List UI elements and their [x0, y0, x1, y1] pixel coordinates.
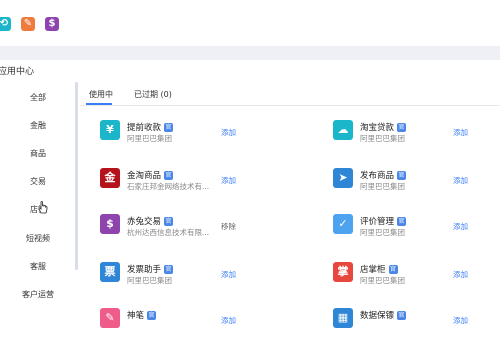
- sidebar-item-customer-ops[interactable]: 客户运营: [0, 289, 76, 300]
- add-button[interactable]: 添加: [453, 127, 468, 138]
- header-divider-band: [0, 46, 500, 60]
- app-card[interactable]: ✎ 神笔官 添加: [100, 308, 300, 340]
- pen-icon: ✎: [100, 308, 120, 328]
- app-card[interactable]: ¥ 提前收款官阿里巴巴集团 添加: [100, 120, 300, 152]
- app-card[interactable]: 票发票助手官阿里巴巴集团 添加: [100, 262, 300, 294]
- app-card-name: 金淘商品官: [127, 171, 174, 181]
- add-button[interactable]: 添加: [453, 315, 468, 326]
- add-button[interactable]: 添加: [453, 175, 468, 186]
- official-badge-icon: 官: [388, 265, 398, 274]
- app-card-name: 发票助手官: [127, 265, 174, 275]
- app-card-name: 提前收款官: [127, 123, 174, 133]
- jintao-logo-icon: 金: [100, 168, 120, 188]
- add-button[interactable]: 添加: [453, 269, 468, 280]
- orange-app-icon[interactable]: ✎: [21, 17, 35, 31]
- official-badge-icon: 官: [164, 265, 174, 274]
- sidebar-item-trade[interactable]: 交易: [0, 176, 76, 187]
- app-center-title: 应用中心: [0, 67, 35, 77]
- app-card[interactable]: 金金淘商品官石家庄邦金网络技术有... 添加: [100, 168, 300, 200]
- add-button[interactable]: 添加: [221, 269, 236, 280]
- loan-cloud-icon: ☁: [333, 120, 353, 140]
- app-card[interactable]: ✓ 评价管理官阿里巴巴集团 添加: [333, 214, 500, 246]
- sidebar-item-finance[interactable]: 金融: [0, 120, 76, 131]
- app-card[interactable]: ➤ 发布商品官阿里巴巴集团 添加: [333, 168, 500, 200]
- app-card[interactable]: 掌店掌柜官阿里巴巴集团 添加: [333, 262, 500, 294]
- app-card[interactable]: ▦ 数据保镖官 添加: [333, 308, 500, 340]
- official-badge-icon: 官: [397, 311, 407, 320]
- sidebar-item-short-video[interactable]: 短视频: [0, 233, 76, 244]
- app-card-name: 赤兔交易官: [127, 217, 174, 227]
- official-badge-icon: 官: [164, 217, 174, 226]
- sidebar-item-goods[interactable]: 商品: [0, 148, 76, 159]
- data-guard-icon: ▦: [333, 308, 353, 328]
- tab-in-use[interactable]: 使用中: [89, 89, 113, 100]
- tab-bar: 使用中 已过期 (0): [80, 82, 500, 106]
- store-manager-icon: 掌: [333, 262, 353, 282]
- teal-app-icon[interactable]: ⟲: [0, 17, 11, 31]
- sidebar-item-all[interactable]: 全部: [0, 92, 76, 103]
- add-button[interactable]: 添加: [453, 221, 468, 232]
- app-card-name: 神笔官: [127, 311, 157, 321]
- add-button[interactable]: 添加: [221, 127, 236, 138]
- hand-cursor-icon: [38, 201, 48, 214]
- official-badge-icon: 官: [397, 171, 407, 180]
- sidebar-item-customer-service[interactable]: 客服: [0, 261, 76, 272]
- official-badge-icon: 官: [147, 311, 157, 320]
- add-button[interactable]: 添加: [221, 315, 236, 326]
- review-shield-icon: ✓: [333, 214, 353, 234]
- invoice-icon: 票: [100, 262, 120, 282]
- sidebar-scrollbar[interactable]: [75, 82, 78, 270]
- app-card-name: 店掌柜官: [360, 265, 398, 275]
- app-card-name: 数据保镖官: [360, 311, 407, 321]
- app-card[interactable]: $ 赤兔交易官杭州达西信息技术有限... 移除: [100, 214, 300, 246]
- top-app-bar: ⟲ ✎ $: [0, 0, 500, 46]
- app-card-name: 淘宝贷款官: [360, 123, 407, 133]
- prepay-icon: ¥: [100, 120, 120, 140]
- app-card[interactable]: ☁ 淘宝贷款官阿里巴巴集团 添加: [333, 120, 500, 152]
- remove-button[interactable]: 移除: [221, 221, 236, 232]
- add-button[interactable]: 添加: [221, 175, 236, 186]
- official-badge-icon: 官: [397, 123, 407, 132]
- app-card-name: 评价管理官: [360, 217, 407, 227]
- official-badge-icon: 官: [397, 217, 407, 226]
- app-card-name: 发布商品官: [360, 171, 407, 181]
- publish-send-icon: ➤: [333, 168, 353, 188]
- tab-expired[interactable]: 已过期 (0): [134, 89, 172, 100]
- official-badge-icon: 官: [164, 171, 174, 180]
- active-tab-indicator: [86, 103, 112, 105]
- chitu-dollar-icon: $: [100, 214, 120, 234]
- official-badge-icon: 官: [164, 123, 174, 132]
- purple-dollar-app-icon[interactable]: $: [45, 17, 59, 31]
